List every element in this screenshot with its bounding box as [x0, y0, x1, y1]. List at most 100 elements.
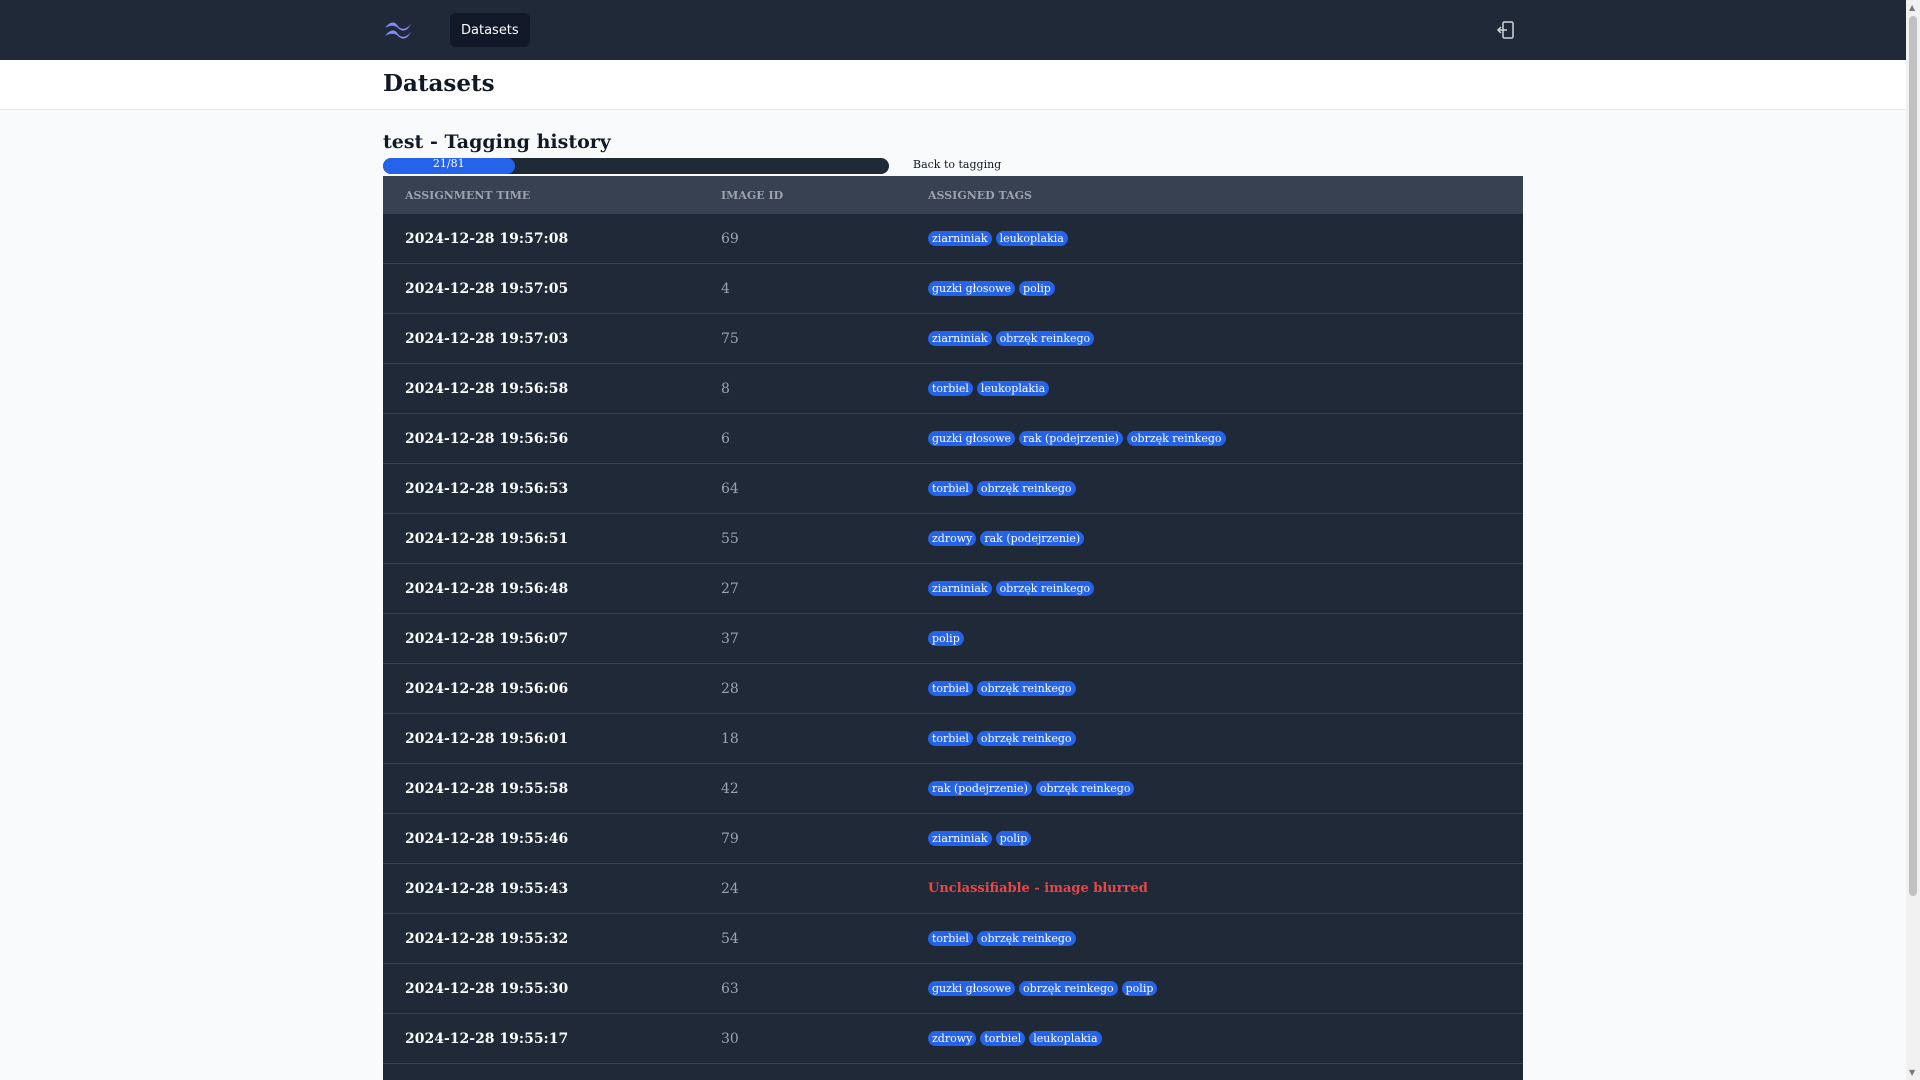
image-id-cell: 64 — [721, 480, 739, 497]
table-row: 2024-12-28 19:56:56 6 guzki głosowe rak (po… — [383, 414, 1523, 464]
tag-badge: rak (podejrzenie) — [1019, 431, 1123, 446]
tailwind-logo-icon[interactable] — [383, 18, 413, 42]
assignment-time-cell: 2024-12-28 19:57:08 — [405, 230, 569, 247]
assignment-time-cell: 2024-12-28 19:55:43 — [405, 880, 569, 897]
assignment-time-cell: 2024-12-28 19:56:48 — [405, 580, 569, 597]
assigned-tags-cell: rak (podejrzenie) obrzęk reinkego — [928, 781, 1523, 796]
image-id-cell: 55 — [721, 530, 739, 547]
image-id-cell: 54 — [721, 930, 739, 947]
tag-badge: torbiel — [928, 481, 973, 496]
table-row: 2024-12-28 19:55:58 42 rak (podejrzenie) ob… — [383, 764, 1523, 814]
image-id-cell: 28 — [721, 680, 739, 697]
assigned-tags-cell: ziarniniak obrzęk reinkego — [928, 581, 1523, 596]
assignment-time-cell: 2024-12-28 19:56:01 — [405, 730, 569, 747]
tag-badge: ziarniniak — [928, 231, 992, 246]
tag-badge: obrzęk reinkego — [976, 481, 1076, 496]
assignment-time-cell: 2024-12-28 19:55:46 — [405, 830, 569, 847]
page-scrollbar[interactable]: ▲ ▼ — [1906, 0, 1920, 1080]
image-id-cell: 18 — [721, 730, 739, 747]
assignment-time-cell: 2024-12-28 19:56:51 — [405, 530, 569, 547]
tag-badge: obrzęk reinkego — [995, 581, 1095, 596]
tag-badge: polip — [1019, 281, 1055, 296]
table-row: 2024-12-28 19:57:08 69 ziarniniak leukoplak… — [383, 214, 1523, 264]
tag-badge: rak (podejrzenie) — [980, 531, 1085, 546]
tag-badge: guzki głosowe — [928, 281, 1016, 296]
column-header-image-id: Image ID — [721, 188, 784, 202]
scroll-up-icon[interactable]: ▲ — [1909, 3, 1915, 12]
tag-badge: ziarniniak — [928, 331, 992, 346]
column-header-time: Assignment time — [405, 188, 531, 202]
scroll-down-icon[interactable]: ▼ — [1909, 1068, 1915, 1077]
table-row: 2024-12-28 19:56:53 64 torbiel obrzęk reink… — [383, 464, 1523, 514]
assignment-time-cell: 2024-12-28 19:55:32 — [405, 930, 569, 947]
table-row: 2024-12-28 19:55:46 79 ziarniniak polip — [383, 814, 1523, 864]
tag-badge: torbiel — [928, 931, 973, 946]
tag-badge: torbiel — [928, 681, 973, 696]
image-id-cell: 30 — [721, 1030, 739, 1047]
assigned-tags-cell: torbiel obrzęk reinkego — [928, 931, 1523, 946]
table-header: Assignment time Image ID Assigned tags — [383, 176, 1523, 214]
table-row: 2024-12-28 19:56:06 28 torbiel obrzęk reink… — [383, 664, 1523, 714]
assignment-time-cell: 2024-12-28 19:55:30 — [405, 980, 569, 997]
assigned-tags-cell: polip — [928, 631, 1523, 646]
top-navbar: Datasets — [0, 0, 1906, 60]
table-row: 2024-12-28 19:56:01 18 torbiel obrzęk reink… — [383, 714, 1523, 764]
assigned-tags-cell: zdrowy rak (podejrzenie) — [928, 531, 1523, 546]
assigned-tags-cell: guzki głosowe polip — [928, 281, 1523, 296]
nav-datasets-button[interactable]: Datasets — [450, 13, 530, 47]
page-header: Datasets — [0, 60, 1906, 110]
logout-icon[interactable] — [1496, 20, 1516, 40]
table-row: 2024-12-28 19:55:30 63 guzki głosowe obrzęk… — [383, 964, 1523, 1014]
assignment-time-cell: 2024-12-28 19:56:58 — [405, 380, 569, 397]
tag-badge: ziarniniak — [928, 831, 992, 846]
tag-badge: ziarniniak — [928, 581, 992, 596]
table-row: 2024-12-28 19:57:03 75 ziarniniak obrzęk re… — [383, 314, 1523, 364]
tag-badge: polip — [1121, 981, 1158, 996]
assigned-tags-cell: ziarniniak polip — [928, 831, 1523, 846]
history-table: Assignment time Image ID Assigned tags 2… — [383, 176, 1523, 1080]
scroll-thumb[interactable] — [1909, 16, 1917, 896]
tag-badge: obrzęk reinkego — [1035, 781, 1135, 796]
tag-badge: guzki głosowe — [928, 981, 1016, 996]
image-id-cell: 4 — [721, 280, 730, 297]
table-row: 2024-12-28 19:55:17 30 zdrowy torbiel leukop… — [383, 1014, 1523, 1064]
assignment-time-cell: 2024-12-28 19:56:06 — [405, 680, 569, 697]
assigned-tags-cell: guzki głosowe obrzęk reinkego polip — [928, 981, 1523, 996]
table-row: 2024-12-28 19:57:05 4 guzki głosowe polip — [383, 264, 1523, 314]
tag-badge: obrzęk reinkego — [995, 331, 1095, 346]
tag-badge: obrzęk reinkego — [1019, 981, 1118, 996]
image-id-cell: 69 — [721, 230, 739, 247]
table-row: 2024-12-28 19:55:32 54 torbiel obrzęk reink… — [383, 914, 1523, 964]
tag-badge: guzki głosowe — [928, 431, 1016, 446]
assignment-time-cell: 2024-12-28 19:55:58 — [405, 780, 569, 797]
table-row: 2024-12-28 19:56:48 27 ziarniniak obrzęk re… — [383, 564, 1523, 614]
assigned-tags-cell: zdrowy torbiel leukoplakia — [928, 1031, 1523, 1046]
tag-badge: leukoplakia — [976, 381, 1050, 396]
tag-badge: leukoplakia — [995, 231, 1068, 246]
image-id-cell: 27 — [721, 580, 739, 597]
assigned-tags-cell: Unclassifiable - image blurred — [928, 881, 1523, 896]
tag-badge: zdrowy — [928, 1031, 977, 1046]
image-id-cell: 63 — [721, 980, 739, 997]
tag-badge: obrzęk reinkego — [976, 931, 1076, 946]
tag-badge: zdrowy — [928, 531, 977, 546]
progress-bar: 21/81 — [383, 158, 889, 174]
tag-badge: leukoplakia — [1029, 1031, 1102, 1046]
assignment-time-cell: 2024-12-28 19:56:07 — [405, 630, 569, 647]
column-header-tags: Assigned tags — [928, 188, 1032, 202]
image-id-cell: 6 — [721, 430, 730, 447]
assigned-tags-cell: ziarniniak leukoplakia — [928, 231, 1523, 246]
table-row: 2024-12-28 19:56:51 55 zdrowy rak (podejrze… — [383, 514, 1523, 564]
table-body: 2024-12-28 19:57:08 69 ziarniniak leukoplak… — [383, 214, 1523, 1064]
tag-badge: obrzęk reinkego — [1126, 431, 1226, 446]
assignment-time-cell: 2024-12-28 19:55:17 — [405, 1030, 569, 1047]
page-title: Datasets — [383, 70, 495, 97]
progress-fill: 21/81 — [383, 158, 515, 174]
assignment-time-cell: 2024-12-28 19:57:03 — [405, 330, 569, 347]
tag-badge: rak (podejrzenie) — [928, 781, 1032, 796]
tag-badge: polip — [928, 631, 964, 646]
assigned-tags-cell: guzki głosowe rak (podejrzenie) obrzęk rei… — [928, 431, 1523, 446]
assigned-tags-cell: torbiel obrzęk reinkego — [928, 731, 1523, 746]
back-to-tagging-link[interactable]: Back to tagging — [913, 158, 1001, 171]
assignment-time-cell: 2024-12-28 19:57:05 — [405, 280, 569, 297]
